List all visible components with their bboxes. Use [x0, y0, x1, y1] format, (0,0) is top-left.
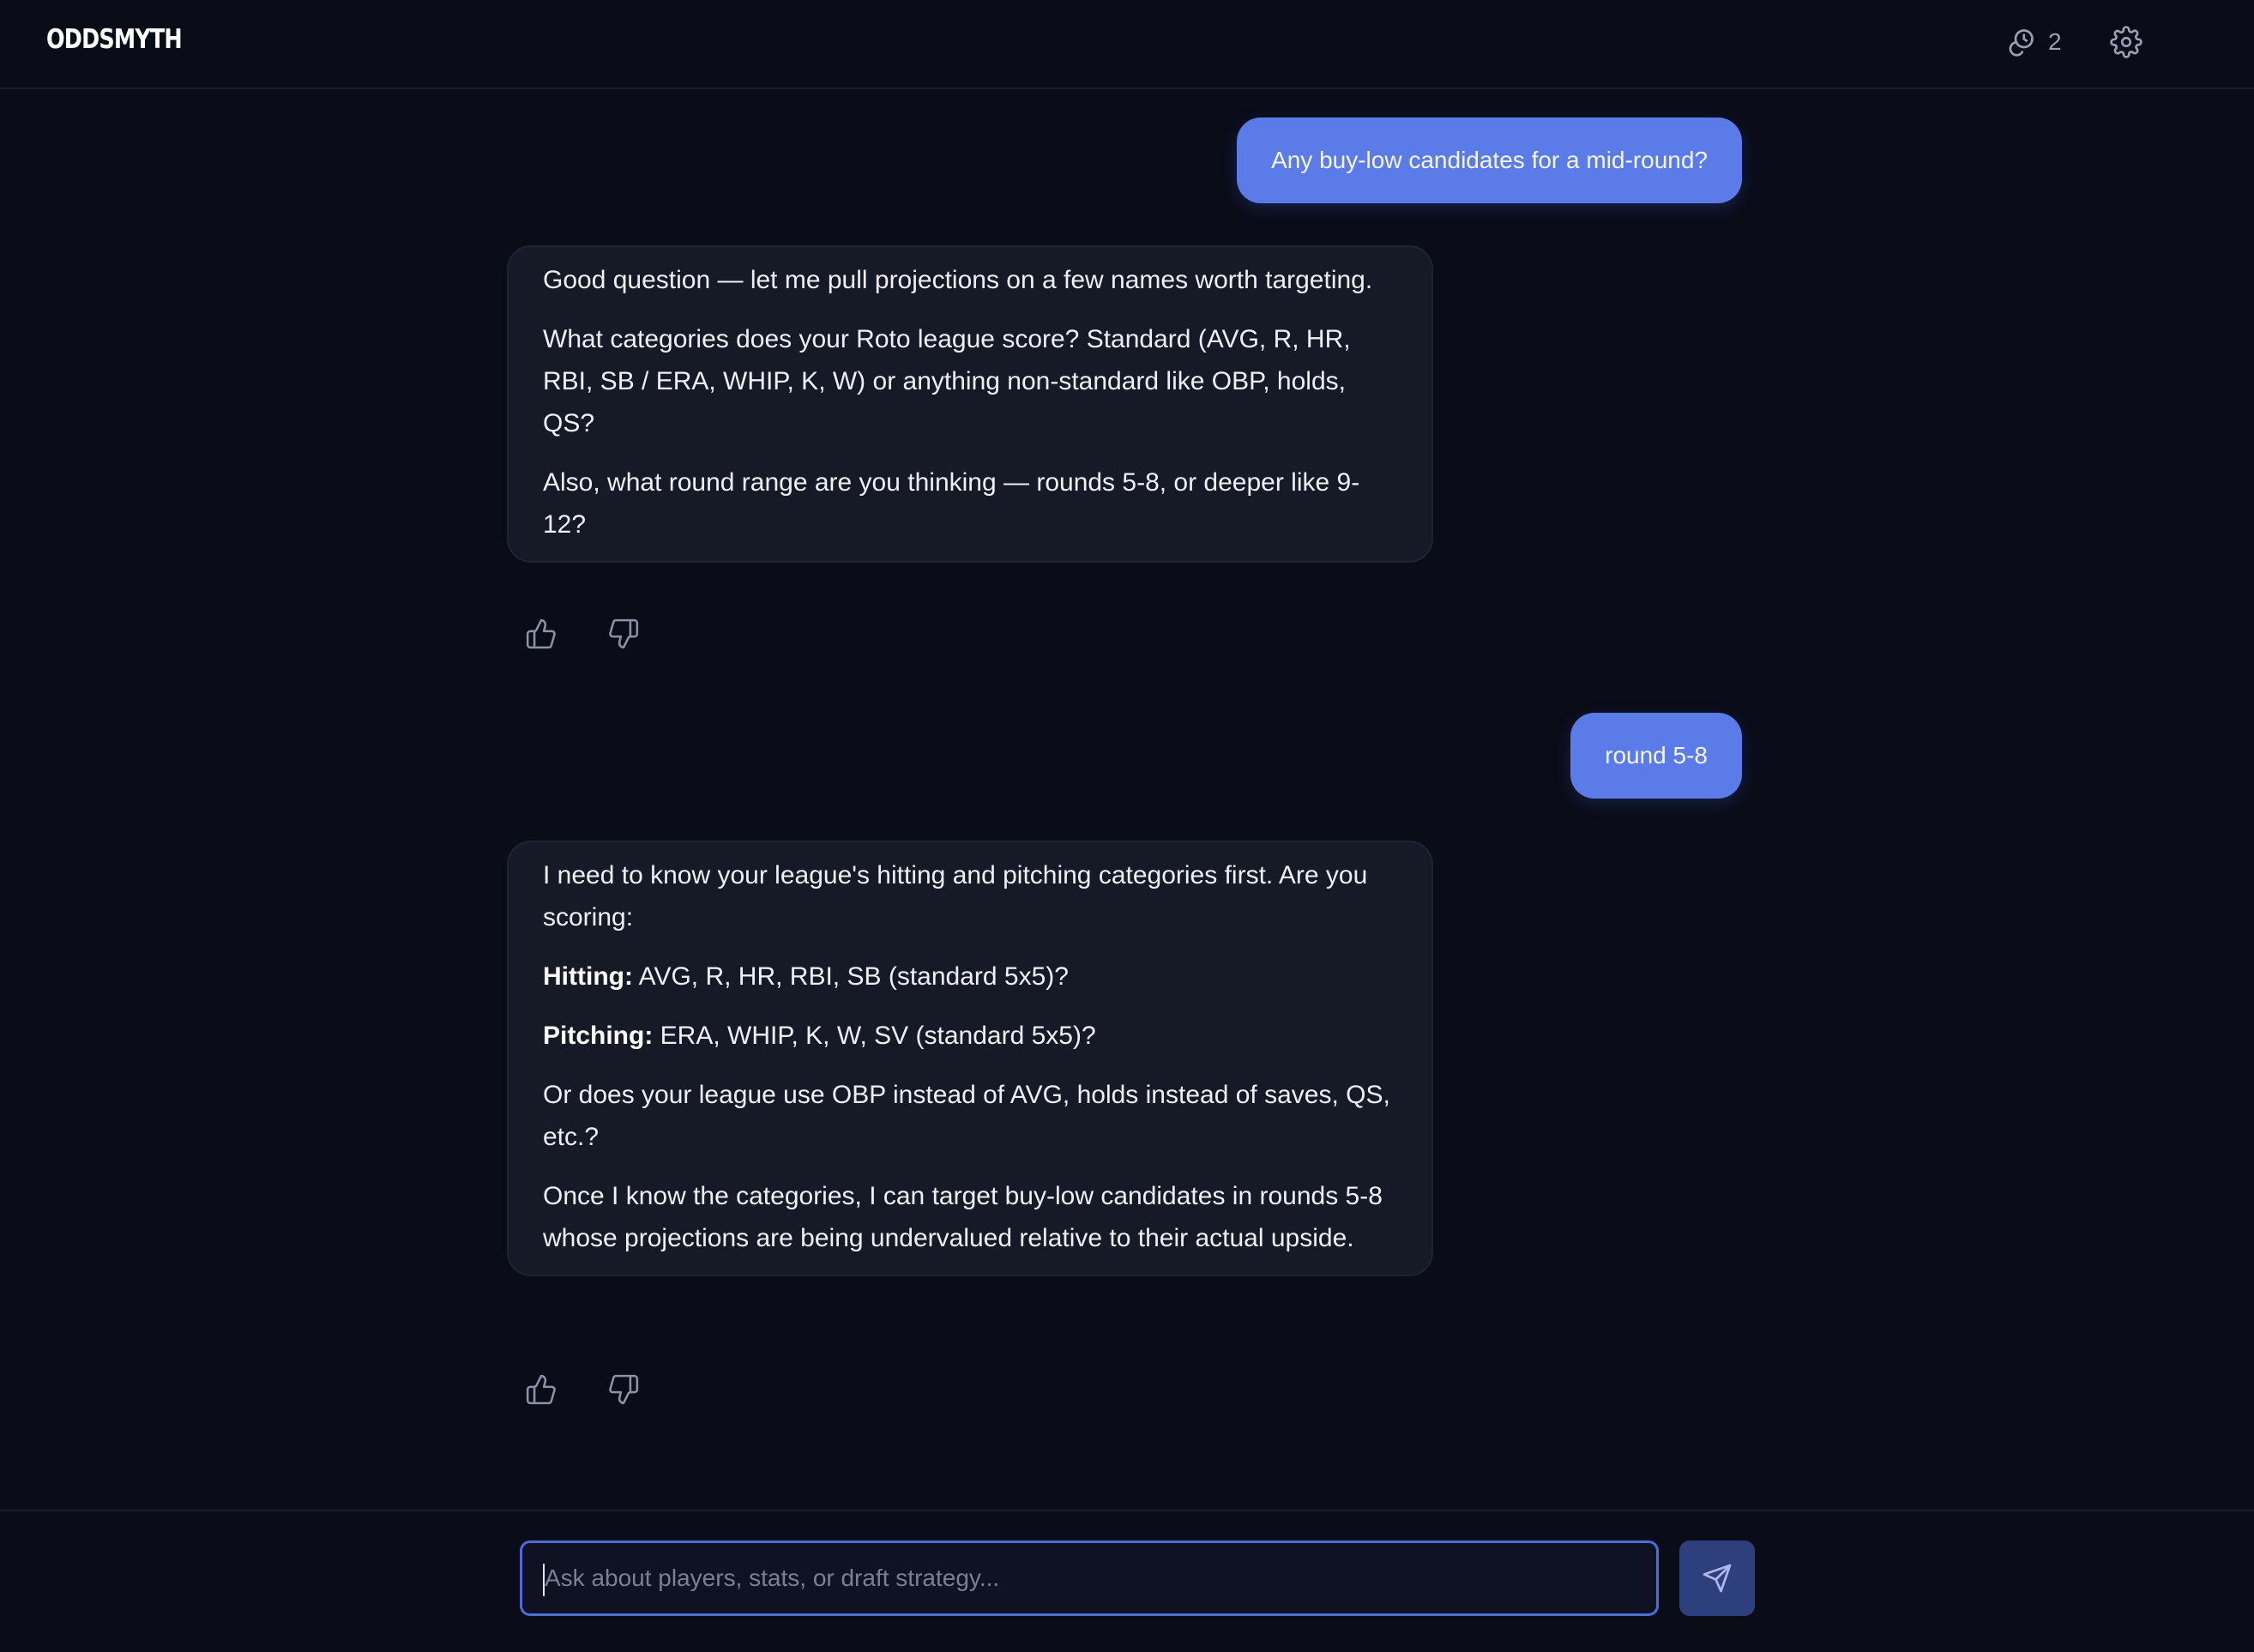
hitting-label: Hitting:	[543, 962, 633, 991]
user-message: round 5-8	[1570, 713, 1742, 799]
pitching-label: Pitching:	[543, 1022, 654, 1050]
thumbs-down-icon	[609, 1374, 639, 1405]
settings-button[interactable]	[2110, 26, 2143, 58]
thumbs-up-icon	[526, 1374, 556, 1405]
thumbs-down-button[interactable]	[607, 618, 640, 650]
assistant-paragraph: Also, what round range are you thinking …	[543, 468, 1360, 539]
assistant-paragraph: Hitting: AVG, R, HR, RBI, SB (standard 5…	[543, 956, 1397, 998]
chat-input-container[interactable]	[520, 1540, 1659, 1616]
assistant-paragraph: I need to know your league's hitting and…	[543, 861, 1368, 932]
thumbs-down-icon	[609, 618, 639, 649]
assistant-paragraph: What categories does your Roto league sc…	[543, 325, 1351, 437]
gear-icon	[2110, 26, 2143, 58]
top-bar: ODDSMYTH 2	[0, 0, 2254, 89]
thumbs-down-button[interactable]	[607, 1373, 640, 1406]
composer-bar	[0, 1510, 2254, 1652]
credits-count: 2	[2048, 28, 2062, 55]
send-button[interactable]	[1679, 1540, 1755, 1616]
assistant-paragraph: Good question — let me pull projections …	[543, 266, 1373, 294]
hitting-categories: AVG, R, HR, RBI, SB (standard 5x5)?	[638, 962, 1069, 991]
assistant-paragraph: Once I know the categories, I can target…	[543, 1182, 1383, 1252]
assistant-message: Good question — let me pull projections …	[507, 245, 1433, 563]
message-feedback	[525, 1373, 640, 1406]
user-message-text: Any buy-low candidates for a mid-round?	[1271, 147, 1708, 173]
chat-thread[interactable]: Any buy-low candidates for a mid-round? …	[0, 89, 2254, 1510]
credits-button[interactable]: 2	[2005, 24, 2062, 60]
thumbs-up-button[interactable]	[525, 618, 557, 650]
message-feedback	[525, 618, 640, 650]
thumbs-up-button[interactable]	[525, 1373, 557, 1406]
app-logo[interactable]: ODDSMYTH	[46, 24, 183, 55]
assistant-message: I need to know your league's hitting and…	[507, 841, 1433, 1276]
credits-icon	[2009, 29, 2034, 57]
pitching-categories: ERA, WHIP, K, W, SV (standard 5x5)?	[660, 1022, 1096, 1050]
text-caret	[543, 1564, 545, 1596]
user-message: Any buy-low candidates for a mid-round?	[1237, 118, 1742, 203]
send-icon	[1703, 1564, 1732, 1593]
assistant-paragraph: Pitching: ERA, WHIP, K, W, SV (standard …	[543, 1015, 1397, 1057]
user-message-text: round 5-8	[1605, 742, 1708, 769]
chat-input[interactable]	[543, 1564, 1636, 1593]
assistant-paragraph: Or does your league use OBP instead of A…	[543, 1081, 1390, 1151]
thumbs-up-icon	[526, 618, 556, 649]
